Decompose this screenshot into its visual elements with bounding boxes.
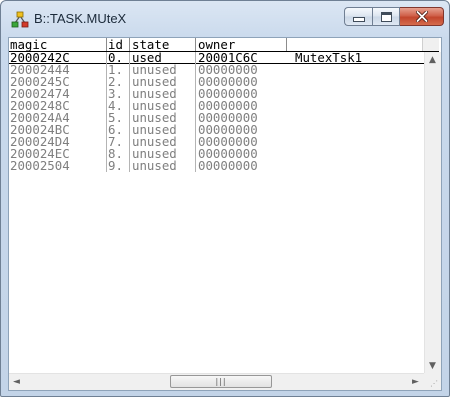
column-divider[interactable] [106,38,107,51]
cell-divider [129,52,130,64]
size-grip[interactable]: ⋰ [424,373,441,390]
cell-divider [129,112,130,124]
cell-divider [106,88,107,100]
task-table-body: 2000242C 0. used 20001C6C MutexTsk1 2000… [9,50,427,173]
header-corner [422,38,439,51]
column-divider[interactable] [195,38,196,51]
owner-name-cell: MutexTsk1 [295,50,363,65]
cell-divider [106,112,107,124]
cell-divider [195,160,196,172]
cell-divider [195,88,196,100]
maximize-button[interactable] [372,7,400,26]
column-divider[interactable] [129,38,130,51]
vertical-scrollbar[interactable]: ▲ ▼ [424,52,441,374]
title-bar[interactable]: B::TASK.MUteX [1,1,449,37]
caption-buttons [344,7,444,28]
scroll-up-arrow-icon[interactable]: ▲ [429,55,436,65]
cell-divider [106,76,107,88]
cell-divider [195,136,196,148]
cell-divider [195,148,196,160]
size-grip-icon: ⋰ [430,379,438,388]
close-icon [415,11,428,22]
maximize-icon [380,11,392,22]
cell-divider [129,124,130,136]
window-title: B::TASK.MUteX [34,11,127,26]
cell-divider [195,112,196,124]
cell-divider [195,52,196,64]
cell-divider [106,124,107,136]
cell-divider [106,148,107,160]
cell-divider [106,64,107,76]
scroll-left-arrow-icon[interactable]: ◄ [13,377,20,387]
cell-divider [129,76,130,88]
column-divider[interactable] [286,38,287,51]
cell-divider [129,148,130,160]
cell-divider [195,64,196,76]
cell-divider [106,100,107,112]
cell-divider [195,124,196,136]
cell-divider [106,136,107,148]
close-button[interactable] [400,7,444,26]
scroll-down-arrow-icon[interactable]: ▼ [429,361,436,371]
magic-cell: 20002504 [10,158,70,173]
minimize-button[interactable] [344,7,372,26]
cell-divider [195,100,196,112]
app-task-icon [11,11,29,28]
cell-divider [106,160,107,172]
cell-divider [195,76,196,88]
grip-icon: ||| [215,376,227,386]
cell-divider [129,64,130,76]
cell-divider [129,100,130,112]
horizontal-scroll-thumb[interactable]: ||| [170,375,272,388]
task-mutex-window: B::TASK.MUteX magic id state owner 20002… [0,0,450,397]
id-cell: 9. [108,158,123,173]
cell-divider [129,136,130,148]
scroll-right-arrow-icon[interactable]: ► [412,377,419,387]
state-cell: unused [132,158,177,173]
task-list-panel: magic id state owner 2000242C 0. used 20… [8,37,442,391]
horizontal-scrollbar[interactable]: ◄ ||| ► [9,373,424,390]
minimize-icon [352,17,365,22]
table-row[interactable]: 20002504 9. unused 00000000 [9,158,427,173]
cell-divider [129,160,130,172]
cell-divider [129,88,130,100]
cell-divider [106,52,107,64]
owner-cell: 00000000 [198,158,258,173]
